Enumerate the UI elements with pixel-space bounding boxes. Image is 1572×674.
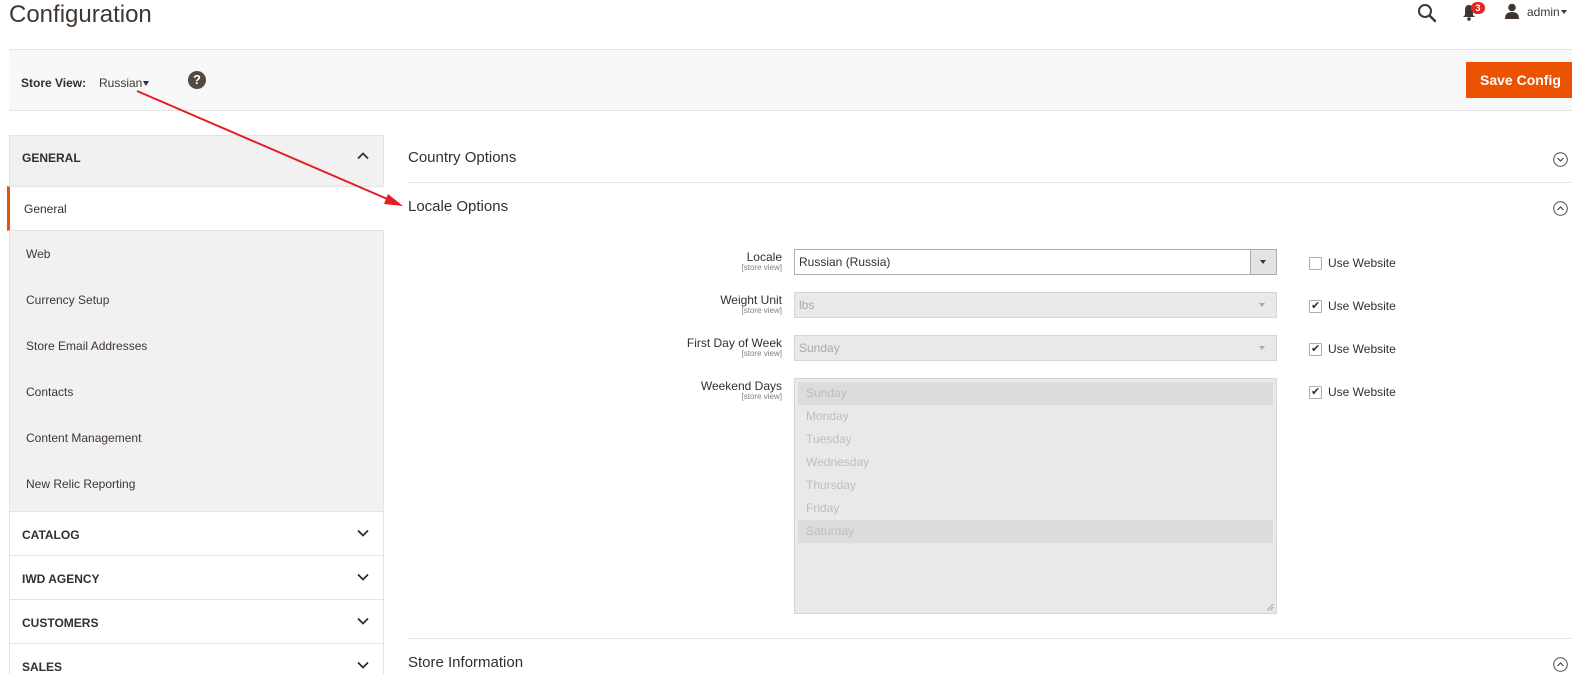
field-label-first-day-of-week: First Day of Week (686, 336, 782, 350)
caret-down-icon (1259, 303, 1265, 307)
field-label-weight-unit: Weight Unit (720, 293, 782, 307)
notification-badge: 3 (1471, 2, 1485, 14)
chevron-down-icon (357, 617, 369, 625)
sidebar-item-web[interactable]: Web (10, 231, 383, 277)
use-website-label: Use Website (1328, 342, 1396, 356)
option-tuesday[interactable]: Tuesday (798, 428, 1273, 451)
sidebar-section-customers[interactable]: CUSTOMERS (9, 600, 384, 644)
user-icon[interactable] (1504, 3, 1520, 19)
sidebar-section-label: IWD AGENCY (22, 572, 100, 586)
use-website-checkbox-weekend-days[interactable]: ✔ (1309, 386, 1322, 399)
page: Configuration 3 admin Store View: Russia… (0, 0, 1572, 674)
sidebar-item-content-management[interactable]: Content Management (10, 415, 383, 461)
sidebar-section-sales[interactable]: SALES (9, 644, 384, 674)
weekend-days-multiselect[interactable]: Sunday Monday Tuesday Wednesday Thursday… (794, 378, 1277, 614)
group-divider (408, 182, 1572, 183)
locale-select[interactable]: Russian (Russia) (794, 249, 1277, 275)
sidebar-section-catalog[interactable]: CATALOG (9, 512, 384, 556)
field-scope: [store view] (741, 263, 782, 272)
help-icon[interactable]: ? (188, 71, 206, 89)
search-icon[interactable] (1417, 3, 1437, 23)
select-arrow (1250, 250, 1276, 274)
caret-down-icon (143, 81, 149, 86)
collapse-toggle-icon[interactable] (1553, 657, 1568, 672)
chevron-down-icon (357, 661, 369, 669)
expand-toggle-icon[interactable] (1553, 152, 1568, 167)
field-scope: [store view] (741, 349, 782, 358)
caret-down-icon (1260, 260, 1266, 264)
checkmark-icon: ✔ (1311, 343, 1321, 355)
config-sidebar: GENERAL General Web Currency Setup Store… (7, 135, 384, 674)
store-view-label: Store View: (21, 76, 87, 90)
store-view-dropdown[interactable]: Russian (99, 76, 142, 90)
sidebar-item-new-relic-reporting[interactable]: New Relic Reporting (10, 461, 383, 511)
sidebar-section-label: CUSTOMERS (22, 616, 99, 630)
field-label-weekend-days: Weekend Days (700, 379, 782, 393)
field-scope: [store view] (741, 392, 782, 401)
caret-down-icon (1259, 346, 1265, 350)
option-friday[interactable]: Friday (798, 497, 1273, 520)
sidebar-section-label: CATALOG (22, 528, 80, 542)
chevron-down-icon (357, 573, 369, 581)
chevron-down-icon (357, 529, 369, 537)
group-title-locale-options[interactable]: Locale Options (408, 198, 508, 215)
option-thursday[interactable]: Thursday (798, 474, 1273, 497)
option-saturday[interactable]: Saturday (798, 520, 1273, 543)
use-website-checkbox-locale[interactable] (1309, 257, 1322, 270)
store-switcher-bar: Store View: Russian ? Save Config (9, 49, 1572, 111)
sidebar-item-currency-setup[interactable]: Currency Setup (10, 277, 383, 323)
sidebar-section-label: SALES (22, 660, 63, 674)
sidebar-item-store-email-addresses[interactable]: Store Email Addresses (10, 323, 383, 369)
collapse-toggle-icon[interactable] (1553, 201, 1568, 216)
use-website-label: Use Website (1328, 385, 1396, 399)
sidebar-item-general[interactable]: General (7, 186, 384, 231)
resize-grip-icon[interactable] (1266, 603, 1274, 611)
chevron-up-icon (357, 152, 369, 160)
sidebar-section-label: GENERAL (22, 151, 81, 165)
field-scope: [store view] (741, 306, 782, 315)
save-config-button[interactable]: Save Config (1466, 62, 1572, 98)
weight-unit-select[interactable]: lbs (794, 292, 1277, 318)
select-arrow (1250, 336, 1276, 360)
sidebar-section-iwd-agency[interactable]: IWD AGENCY (9, 556, 384, 600)
use-website-checkbox-weight-unit[interactable]: ✔ (1309, 300, 1322, 313)
select-arrow (1250, 293, 1276, 317)
sidebar-items-general: General Web Currency Setup Store Email A… (7, 179, 384, 512)
sidebar-item-contacts[interactable]: Contacts (10, 369, 383, 415)
group-title-country-options[interactable]: Country Options (408, 149, 516, 166)
page-title: Configuration (9, 1, 152, 28)
checkmark-icon: ✔ (1311, 300, 1321, 312)
use-website-label: Use Website (1328, 256, 1396, 270)
use-website-checkbox-first-day[interactable]: ✔ (1309, 343, 1322, 356)
option-monday[interactable]: Monday (798, 405, 1273, 428)
chevron-down-icon (1561, 10, 1567, 14)
sidebar-section-general[interactable]: GENERAL (9, 135, 384, 179)
field-label-locale: Locale (746, 250, 782, 264)
locale-select-value: Russian (Russia) (799, 255, 891, 269)
group-divider (408, 638, 1572, 639)
checkmark-icon: ✔ (1311, 386, 1321, 398)
option-wednesday[interactable]: Wednesday (798, 451, 1273, 474)
admin-user-menu[interactable]: admin (1527, 5, 1560, 19)
first-day-select-value: Sunday (799, 341, 840, 355)
weight-unit-select-value: lbs (799, 298, 815, 312)
first-day-of-week-select[interactable]: Sunday (794, 335, 1277, 361)
use-website-label: Use Website (1328, 299, 1396, 313)
group-title-store-information[interactable]: Store Information (408, 654, 523, 671)
option-sunday[interactable]: Sunday (798, 382, 1273, 405)
